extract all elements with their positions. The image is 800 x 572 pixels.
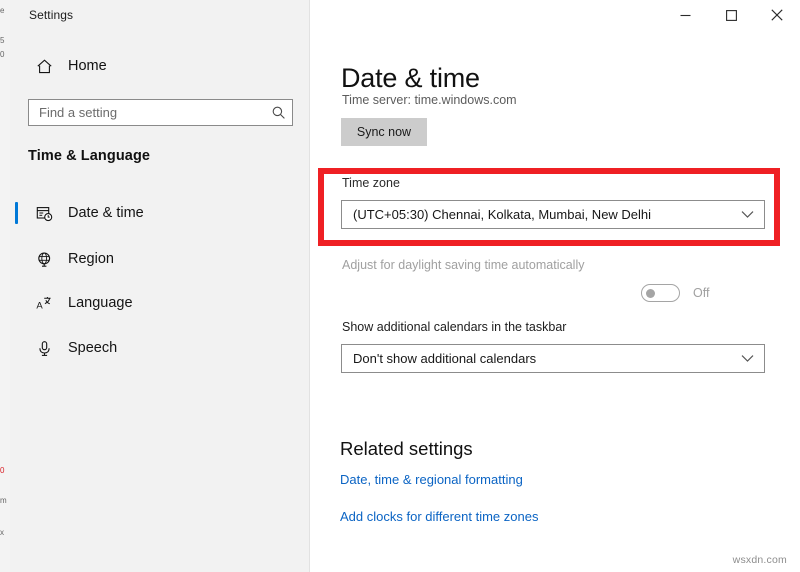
time-zone-dropdown[interactable]: (UTC+05:30) Chennai, Kolkata, Mumbai, Ne… [341, 200, 765, 229]
related-link-add-clocks[interactable]: Add clocks for different time zones [340, 509, 538, 524]
bg-fragment: 5 [0, 36, 4, 45]
toggle-knob [646, 289, 655, 298]
window-controls [662, 0, 800, 30]
main-content: Date & time Time server: time.windows.co… [310, 0, 800, 572]
bg-fragment: e [0, 6, 4, 15]
additional-calendars-label: Show additional calendars in the taskbar [342, 320, 566, 334]
sidebar-item-speech[interactable]: Speech [10, 328, 309, 368]
bg-fragment: x [0, 528, 4, 537]
time-zone-value: (UTC+05:30) Chennai, Kolkata, Mumbai, Ne… [342, 207, 730, 222]
title-bar: Settings [10, 0, 309, 32]
sync-now-button[interactable]: Sync now [341, 118, 427, 146]
sidebar-item-label: Date & time [68, 205, 144, 221]
daylight-saving-state: Off [693, 286, 709, 300]
page-title: Date & time [341, 63, 480, 94]
search-box[interactable] [28, 99, 293, 126]
related-settings-heading: Related settings [340, 438, 473, 460]
sidebar-item-label: Home [68, 58, 107, 74]
sidebar-section-heading: Time & Language [28, 148, 150, 164]
daylight-saving-label: Adjust for daylight saving time automati… [342, 258, 584, 272]
calendar-clock-icon [22, 205, 66, 222]
additional-calendars-dropdown[interactable]: Don't show additional calendars [341, 344, 765, 373]
sidebar-item-region[interactable]: Region [10, 239, 309, 279]
close-button[interactable] [754, 0, 800, 30]
home-icon [22, 58, 66, 75]
minimize-button[interactable] [662, 0, 708, 30]
app-title: Settings [29, 8, 73, 22]
additional-calendars-value: Don't show additional calendars [342, 351, 730, 366]
watermark: wsxdn.com [733, 554, 787, 566]
bg-fragment: 0 [0, 466, 4, 475]
related-link-date-time-regional-formatting[interactable]: Date, time & regional formatting [340, 472, 523, 487]
maximize-button[interactable] [708, 0, 754, 30]
svg-text:A: A [36, 300, 43, 311]
sidebar-item-label: Language [68, 295, 133, 311]
bg-fragment: 0 [0, 50, 4, 59]
sidebar-item-home[interactable]: Home [10, 49, 309, 83]
chevron-down-icon[interactable] [730, 210, 764, 219]
time-server-text: Time server: time.windows.com [342, 93, 517, 107]
search-icon[interactable] [264, 105, 292, 120]
language-icon: A [22, 295, 66, 312]
search-input[interactable] [29, 100, 264, 125]
selection-indicator [15, 202, 18, 224]
sidebar-item-label: Speech [68, 340, 117, 356]
sidebar: Settings Home Time & Language [10, 0, 310, 572]
globe-icon [22, 251, 66, 268]
settings-window: Settings Home Time & Language [10, 0, 800, 572]
chevron-down-icon[interactable] [730, 354, 764, 363]
time-zone-label: Time zone [342, 176, 400, 190]
bg-fragment: m [0, 496, 7, 505]
microphone-icon [22, 340, 66, 357]
sidebar-item-label: Region [68, 251, 114, 267]
sidebar-item-date-and-time[interactable]: Date & time [10, 193, 309, 233]
sidebar-item-language[interactable]: A Language [10, 283, 309, 323]
